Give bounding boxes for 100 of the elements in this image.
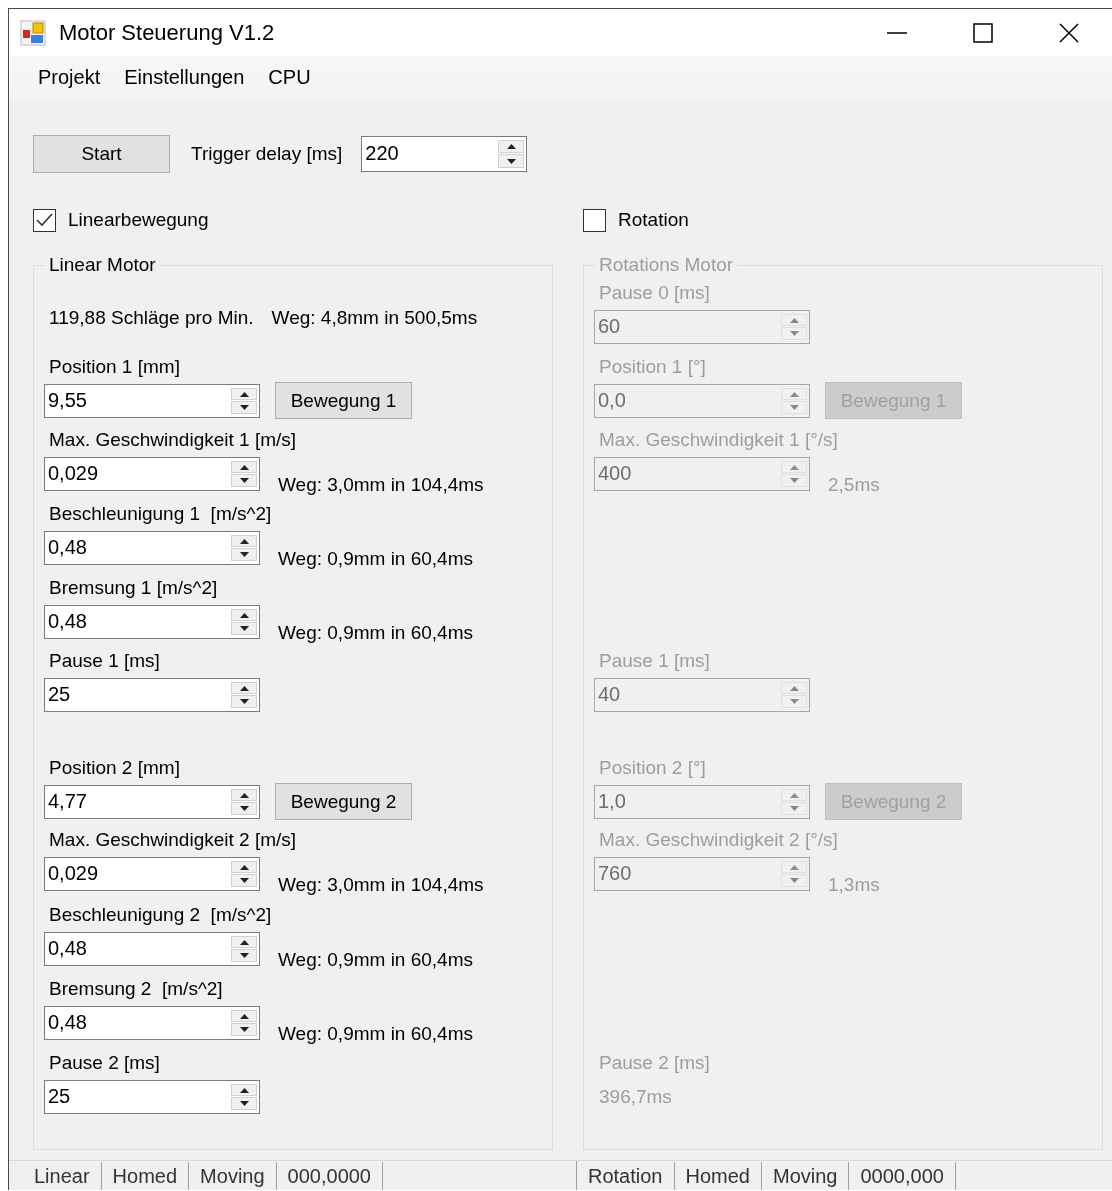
up-arrow-icon (789, 464, 799, 470)
up-arrow-icon (239, 391, 249, 397)
decrement-button[interactable] (231, 622, 257, 635)
info-text: 119,88 Schläge pro Min. (49, 305, 254, 330)
decrement-button[interactable] (231, 548, 257, 561)
number-field[interactable]: 4,77 (44, 784, 260, 819)
number-field[interactable]: 0,029 (44, 456, 260, 491)
status-text: Moving (762, 1161, 850, 1190)
status-text: Moving (189, 1161, 277, 1190)
decrement-button[interactable] (231, 1097, 257, 1110)
maximize-icon (972, 21, 994, 44)
up-arrow-icon (239, 939, 249, 945)
up-arrow-icon (239, 538, 249, 544)
up-arrow-icon (239, 864, 249, 870)
down-arrow-icon (239, 1101, 249, 1107)
decrement-button[interactable] (231, 1023, 257, 1036)
down-arrow-icon (239, 806, 249, 812)
field-label: Max. Geschwindigkeit 1 [°/s] (598, 427, 839, 452)
number-field[interactable]: 25 (44, 677, 260, 712)
down-arrow-icon (789, 478, 799, 484)
up-arrow-icon (506, 144, 516, 150)
field-label: Pause 2 [ms] (598, 1050, 711, 1075)
number-field[interactable]: 0,029 (44, 856, 260, 891)
travel-text: Weg: 3,0mm in 104,4ms (278, 872, 484, 897)
down-arrow-icon (789, 878, 799, 884)
menu-item[interactable]: CPU (261, 62, 318, 94)
value-input[interactable]: 0,029 (46, 458, 230, 489)
field-label: Bremsung 2 [m/s^2] (48, 976, 224, 1001)
number-field[interactable]: 0,48 (44, 931, 260, 966)
checkbox-label[interactable]: Linearbewegung (68, 209, 209, 232)
travel-text: 2,5ms (828, 472, 880, 497)
increment-button[interactable] (231, 935, 257, 949)
field-label: Beschleunigung 1 [m/s^2] (48, 501, 273, 526)
value-input[interactable]: 0,48 (46, 1007, 230, 1038)
down-arrow-icon (239, 878, 249, 884)
checkbox[interactable] (583, 208, 606, 232)
up-arrow-icon (789, 685, 799, 691)
field-label: Position 2 [mm] (48, 755, 181, 780)
decrement-button[interactable] (498, 154, 525, 168)
number-field[interactable]: 0,48 (44, 604, 260, 639)
up-arrow-icon (239, 1013, 249, 1019)
checkbox[interactable] (33, 208, 56, 232)
status-text: Rotation (577, 1161, 675, 1190)
close-icon (1058, 21, 1080, 44)
move-button[interactable]: Bewegung 2 (275, 783, 412, 821)
value-input[interactable]: 25 (46, 1081, 230, 1112)
increment-button[interactable] (231, 608, 257, 622)
value-input[interactable]: 0,48 (46, 532, 230, 563)
down-arrow-icon (239, 405, 249, 411)
travel-text: Weg: 0,9mm in 60,4ms (278, 546, 473, 571)
increment-button[interactable] (231, 681, 257, 695)
increment-button[interactable] (231, 1009, 257, 1023)
check-icon (36, 213, 53, 228)
value-input[interactable]: 25 (46, 679, 230, 710)
field-label: Pause 2 [ms] (48, 1050, 161, 1075)
value-input[interactable]: 220 (363, 137, 498, 170)
increment-button[interactable] (231, 788, 257, 802)
field-label: Bremsung 1 [m/s^2] (48, 575, 219, 600)
decrement-button[interactable] (231, 874, 257, 887)
number-field[interactable]: 0,48 (44, 1005, 260, 1040)
increment-button[interactable] (231, 387, 257, 401)
menu-item[interactable]: Einstellungen (117, 62, 252, 94)
field-label: Beschleunigung 2 [m/s^2] (48, 902, 273, 927)
down-arrow-icon (239, 626, 249, 632)
status-text: Homed (674, 1161, 762, 1190)
down-arrow-icon (789, 806, 799, 812)
checkbox-label[interactable]: Rotation (618, 209, 689, 232)
down-arrow-icon (506, 158, 516, 164)
value-input[interactable]: 0,029 (46, 858, 230, 889)
decrement-button[interactable] (231, 401, 257, 414)
decrement-button[interactable] (231, 474, 257, 487)
down-arrow-icon (239, 1027, 249, 1033)
field-label: Pause 1 [ms] (598, 648, 711, 673)
decrement-button[interactable] (231, 695, 257, 708)
up-arrow-icon (789, 391, 799, 397)
decrement-button[interactable] (231, 949, 257, 962)
increment-button[interactable] (498, 139, 525, 154)
start-button[interactable]: Start (33, 134, 170, 173)
number-field[interactable]: 25 (44, 1079, 260, 1114)
value-input[interactable]: 4,77 (46, 786, 230, 817)
number-field[interactable]: 9,55 (44, 383, 260, 418)
travel-text: Weg: 0,9mm in 60,4ms (278, 1021, 473, 1046)
status-text: Linear (23, 1161, 102, 1190)
increment-button[interactable] (231, 860, 257, 874)
menu-item[interactable]: Projekt (31, 62, 108, 94)
move-button[interactable]: Bewegung 1 (275, 382, 412, 420)
down-arrow-icon (239, 699, 249, 705)
increment-button[interactable] (231, 1083, 257, 1097)
field-label: Pause 1 [ms] (48, 648, 161, 673)
value-input[interactable]: 0,48 (46, 606, 230, 637)
number-field[interactable]: 220 (361, 135, 528, 172)
field-label: Pause 0 [ms] (598, 280, 711, 305)
field-label: Position 2 [°] (598, 755, 707, 780)
increment-button[interactable] (231, 534, 257, 548)
increment-button[interactable] (231, 460, 257, 474)
value-input[interactable]: 0,48 (46, 933, 230, 964)
decrement-button[interactable] (231, 802, 257, 815)
field-label: Max. Geschwindigkeit 1 [m/s] (48, 427, 298, 452)
value-input[interactable]: 9,55 (46, 385, 230, 416)
number-field[interactable]: 0,48 (44, 530, 260, 565)
